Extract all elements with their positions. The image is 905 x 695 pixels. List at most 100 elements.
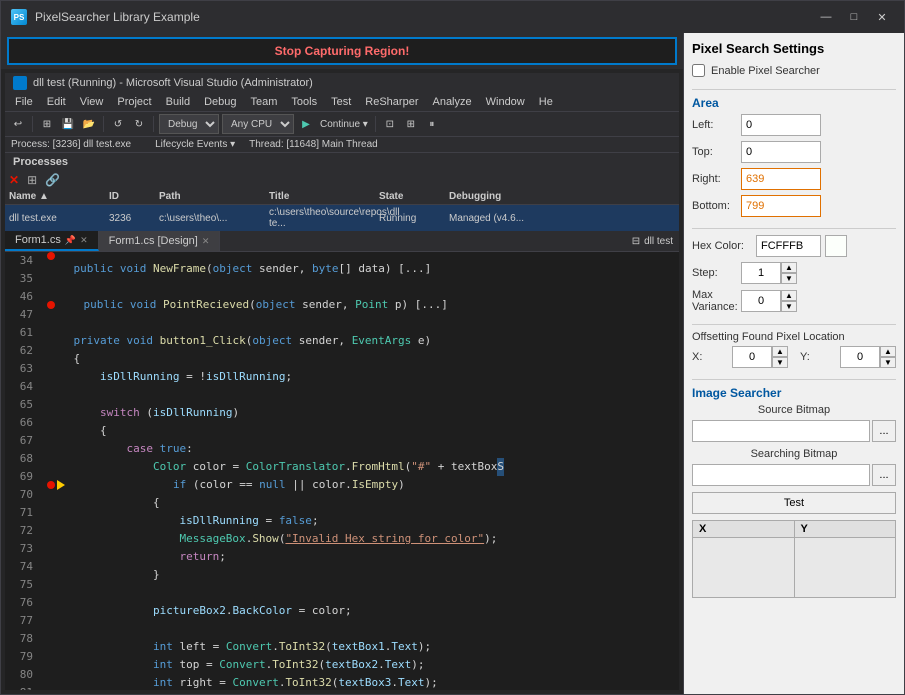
right-input[interactable] xyxy=(741,168,821,190)
vs-screenshot: dll test (Running) - Microsoft Visual St… xyxy=(1,69,683,694)
menu-debug[interactable]: Debug xyxy=(198,95,242,109)
offset-y-input[interactable] xyxy=(840,346,880,368)
offset-y-down-button[interactable]: ▼ xyxy=(880,357,896,368)
tab-form1-design[interactable]: Form1.cs [Design] ✕ xyxy=(99,231,221,251)
line-num-66: 66 xyxy=(13,414,33,432)
detach-icon[interactable]: 🔗 xyxy=(45,173,60,187)
toolbar-open-icon[interactable]: 📂 xyxy=(80,115,98,133)
execution-arrow-70 xyxy=(57,480,65,490)
offset-x-down-button[interactable]: ▼ xyxy=(772,357,788,368)
xy-col-y: Y xyxy=(794,521,896,538)
process-name: dll test.exe xyxy=(9,213,109,224)
offset-x-input[interactable] xyxy=(732,346,772,368)
tab-form1-cs[interactable]: Form1.cs 📌 ✕ xyxy=(5,231,99,251)
max-variance-down-button[interactable]: ▼ xyxy=(781,301,797,312)
remove-process-icon[interactable]: ✕ xyxy=(9,173,19,187)
step-down-button[interactable]: ▼ xyxy=(781,273,797,284)
menu-analyze[interactable]: Analyze xyxy=(426,95,477,109)
toolbar-copy-icon[interactable]: ⊞ xyxy=(38,115,56,133)
step-input[interactable] xyxy=(741,262,781,284)
code-line-64: isDllRunning = !isDllRunning; xyxy=(47,368,679,386)
line-num-62: 62 xyxy=(13,342,33,360)
line-num-79: 79 xyxy=(13,648,33,666)
max-variance-input[interactable] xyxy=(741,290,781,312)
vs-area: Stop Capturing Region! dll test (Running… xyxy=(1,33,684,694)
code-line-79: int left = Convert.ToInt32(textBox1.Text… xyxy=(47,638,679,656)
source-bitmap-input[interactable] xyxy=(692,420,870,442)
source-bitmap-browse-button[interactable]: ... xyxy=(872,420,896,442)
offset-y-up-button[interactable]: ▲ xyxy=(880,346,896,357)
capture-button[interactable]: Stop Capturing Region! xyxy=(7,37,677,65)
toolbar-undo-icon[interactable]: ↩ xyxy=(9,115,27,133)
test-button[interactable]: Test xyxy=(692,492,896,514)
menu-help[interactable]: He xyxy=(533,95,559,109)
vs-title: dll test (Running) - Microsoft Visual St… xyxy=(33,77,313,89)
tab-pin-icon[interactable]: 📌 xyxy=(65,235,76,246)
processes-header: Processes xyxy=(5,153,679,171)
toolbar-extra-icon[interactable]: ⊡ xyxy=(381,115,399,133)
menu-tools[interactable]: Tools xyxy=(285,95,323,109)
main-window: PS PixelSearcher Library Example — □ ✕ S… xyxy=(0,0,905,695)
platform-dropdown[interactable]: Any CPU xyxy=(222,114,294,134)
source-bitmap-row: ... xyxy=(692,420,896,442)
attach-icon[interactable]: ⊞ xyxy=(27,173,37,187)
searching-bitmap-input[interactable] xyxy=(692,464,870,486)
enable-searcher-label: Enable Pixel Searcher xyxy=(711,65,820,77)
line-num-75: 75 xyxy=(13,576,33,594)
step-up-button[interactable]: ▲ xyxy=(781,262,797,273)
process-id: 3236 xyxy=(109,213,159,224)
tab-close-icon[interactable]: ✕ xyxy=(80,235,88,246)
process-text: Process: [3236] dll test.exe xyxy=(11,139,131,150)
searching-bitmap-browse-button[interactable]: ... xyxy=(872,464,896,486)
code-lines[interactable]: public void NewFrame(object sender, byte… xyxy=(41,252,679,690)
max-variance-up-button[interactable]: ▲ xyxy=(781,290,797,301)
image-searcher-title: Image Searcher xyxy=(692,386,896,400)
menu-window[interactable]: Window xyxy=(480,95,531,109)
top-input[interactable] xyxy=(741,141,821,163)
line-num-65: 65 xyxy=(13,396,33,414)
maximize-button[interactable]: □ xyxy=(842,8,866,26)
process-row: dll test.exe 3236 c:\users\theo\... c:\u… xyxy=(5,205,679,231)
toolbar-save-icon[interactable]: 💾 xyxy=(59,115,77,133)
menu-view[interactable]: View xyxy=(74,95,110,109)
toolbar-fwd-icon[interactable]: ↻ xyxy=(130,115,148,133)
code-line-77: pictureBox2.BackColor = color; xyxy=(47,602,679,620)
line-num-70: 70 xyxy=(13,486,33,504)
divider-2 xyxy=(692,228,896,229)
menu-file[interactable]: File xyxy=(9,95,39,109)
tab-design-close-icon[interactable]: ✕ xyxy=(202,236,210,247)
menu-test[interactable]: Test xyxy=(325,95,357,109)
code-line-73: MessageBox.Show("Invalid Hex string for … xyxy=(47,530,679,548)
toolbar-back-icon[interactable]: ↺ xyxy=(109,115,127,133)
line-num-47: 47 xyxy=(13,306,33,324)
line-num-80: 80 xyxy=(13,666,33,684)
bottom-input[interactable] xyxy=(741,195,821,217)
menu-project[interactable]: Project xyxy=(111,95,157,109)
menu-team[interactable]: Team xyxy=(245,95,284,109)
code-line-69: Color color = ColorTranslator.FromHtml("… xyxy=(47,458,679,476)
hex-color-input[interactable] xyxy=(756,235,821,257)
enable-searcher-checkbox[interactable] xyxy=(692,64,705,77)
toolbar-run-icon[interactable]: ▶ xyxy=(297,115,315,133)
line-num-76: 76 xyxy=(13,594,33,612)
col-debug: Debugging xyxy=(449,191,539,202)
line-num-64: 64 xyxy=(13,378,33,396)
menu-edit[interactable]: Edit xyxy=(41,95,72,109)
col-title: Title xyxy=(269,191,379,202)
close-button[interactable]: ✕ xyxy=(870,8,894,26)
code-line-65 xyxy=(47,386,679,404)
menu-resharper[interactable]: ReSharper xyxy=(359,95,424,109)
max-variance-spinner-btns: ▲ ▼ xyxy=(781,290,797,312)
toolbar-extra2-icon[interactable]: ⊞ xyxy=(402,115,420,133)
left-input[interactable] xyxy=(741,114,821,136)
project-label: ⊟ dll test xyxy=(626,231,679,251)
menu-build[interactable]: Build xyxy=(160,95,196,109)
config-dropdown[interactable]: Debug xyxy=(159,114,219,134)
minimize-button[interactable]: — xyxy=(814,8,838,26)
code-line-35: public void NewFrame(object sender, byte… xyxy=(47,260,679,278)
toolbar-pause-icon[interactable]: ⏸ xyxy=(423,115,441,133)
code-line-74: return; xyxy=(47,548,679,566)
area-section-title: Area xyxy=(692,96,896,110)
main-content: Stop Capturing Region! dll test (Running… xyxy=(1,33,904,694)
offset-x-up-button[interactable]: ▲ xyxy=(772,346,788,357)
